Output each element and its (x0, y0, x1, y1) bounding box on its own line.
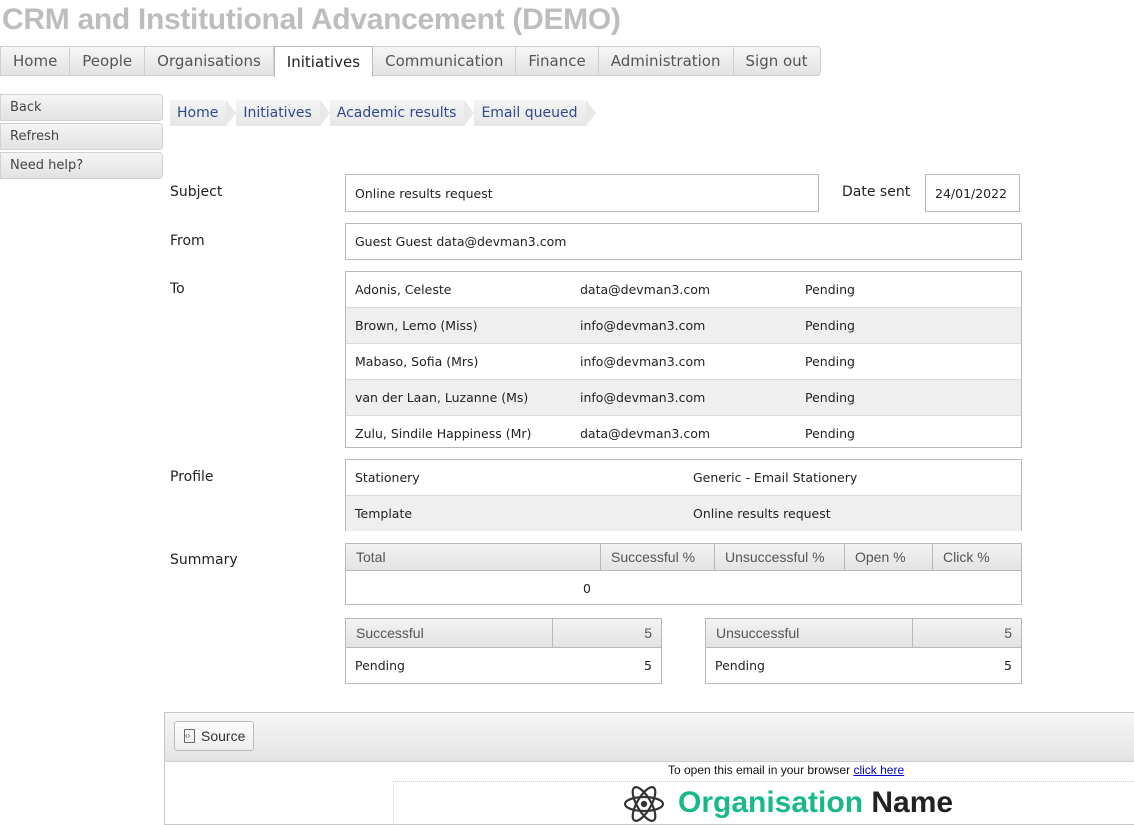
recipients-table: Adonis, Celeste data@devman3.com Pending… (345, 271, 1022, 448)
unsuccessful-row-label: Pending (715, 657, 765, 673)
breadcrumb-label: Home (177, 105, 219, 121)
breadcrumb-label: Academic results (336, 105, 457, 121)
recipient-name: Zulu, Sindile Happiness (Mr) (355, 426, 532, 441)
successful-count: 5 (644, 625, 652, 641)
to-label: To (170, 281, 185, 297)
from-field[interactable]: Guest Guest data@devman3.com (345, 223, 1022, 260)
table-row: Adonis, Celeste data@devman3.com Pending (346, 272, 1021, 308)
successful-title: Successful (346, 619, 553, 647)
table-row: Template Online results request (346, 496, 1021, 531)
recipient-email: data@devman3.com (580, 282, 711, 297)
recipient-name: Mabaso, Sofia (Mrs) (355, 354, 479, 369)
browser-text: To open this email in your browser (668, 763, 851, 777)
summary-header-unsuccessful: Unsuccessful % (715, 544, 845, 570)
unsuccessful-title: Unsuccessful (706, 619, 913, 647)
tab-communication[interactable]: Communication (373, 47, 517, 75)
tab-home[interactable]: Home (1, 47, 71, 75)
table-row: Stationery Generic - Email Stationery (346, 460, 1021, 496)
recipient-status: Pending (805, 354, 855, 369)
from-label: From (170, 233, 205, 249)
tab-people[interactable]: People (70, 47, 146, 75)
subject-field[interactable]: Online results request (345, 174, 819, 212)
summary-total-value: 0 (583, 580, 591, 596)
need-help-button[interactable]: Need help? (0, 152, 163, 179)
top-nav: Home People Organisations Initiatives Co… (0, 46, 821, 77)
successful-header: Successful 5 (346, 619, 661, 648)
recipient-email: info@devman3.com (580, 354, 706, 369)
summary-header-click: Click % (943, 549, 990, 565)
org-word-2: Name (871, 786, 954, 819)
table-row: Zulu, Sindile Happiness (Mr) data@devman… (346, 416, 1021, 451)
source-icon (184, 729, 195, 743)
source-label: Source (201, 728, 246, 744)
table-row: Brown, Lemo (Miss) info@devman3.com Pend… (346, 308, 1021, 344)
breadcrumb-email-queued[interactable]: Email queued (474, 100, 596, 126)
breadcrumb-label: Email queued (481, 105, 578, 121)
recipient-email: data@devman3.com (580, 426, 711, 441)
recipient-status: Pending (805, 426, 855, 441)
org-word-1: Organisation (678, 786, 864, 819)
recipient-status: Pending (805, 318, 855, 333)
profile-value: Online results request (693, 506, 831, 521)
breadcrumb: Home Initiatives Academic results Email … (170, 100, 596, 126)
subject-label: Subject (170, 184, 223, 200)
recipient-email: info@devman3.com (580, 318, 706, 333)
summary-label: Summary (170, 552, 238, 568)
breadcrumb-label: Initiatives (243, 105, 312, 121)
app-title: CRM and Institutional Advancement (DEMO) (2, 3, 621, 36)
source-button[interactable]: Source (174, 721, 254, 751)
recipient-name: Adonis, Celeste (355, 282, 452, 297)
successful-row-label: Pending (355, 657, 405, 673)
date-sent-field[interactable]: 24/01/2022 (925, 174, 1020, 212)
browser-open-line: To open this email in your browser click… (668, 763, 904, 777)
profile-key: Template (355, 506, 413, 521)
breadcrumb-initiatives[interactable]: Initiatives (236, 100, 331, 126)
profile-key: Stationery (355, 470, 420, 485)
successful-row: Pending 5 (346, 648, 661, 682)
back-button[interactable]: Back (0, 94, 163, 121)
profile-table: Stationery Generic - Email Stationery Te… (345, 459, 1022, 531)
profile-value: Generic - Email Stationery (693, 470, 858, 485)
recipient-name: Brown, Lemo (Miss) (355, 318, 478, 333)
breadcrumb-academic-results[interactable]: Academic results (329, 100, 475, 126)
unsuccessful-count: 5 (1004, 625, 1012, 641)
table-row: Mabaso, Sofia (Mrs) info@devman3.com Pen… (346, 344, 1021, 380)
editor-toolbar: Source (165, 713, 1134, 762)
breadcrumb-home[interactable]: Home (170, 100, 237, 126)
sidebar: Back Refresh Need help? (0, 94, 163, 181)
recipient-status: Pending (805, 390, 855, 405)
summary-values-row: 0 (346, 571, 1021, 605)
unsuccessful-header: Unsuccessful 5 (706, 619, 1021, 648)
summary-header-successful: Successful % (601, 544, 715, 570)
summary-table: Total Successful % Unsuccessful % Open %… (345, 543, 1022, 605)
summary-header-open: Open % (845, 544, 933, 570)
atom-logo-icon (623, 786, 665, 822)
summary-header-total: Total (346, 544, 601, 570)
unsuccessful-row: Pending 5 (706, 648, 1021, 682)
refresh-button[interactable]: Refresh (0, 123, 163, 150)
recipient-status: Pending (805, 282, 855, 297)
unsuccessful-box: Unsuccessful 5 Pending 5 (705, 618, 1022, 684)
tab-sign-out[interactable]: Sign out (734, 47, 820, 75)
table-row: van der Laan, Luzanne (Ms) info@devman3.… (346, 380, 1021, 416)
date-sent-label: Date sent (842, 184, 911, 200)
summary-header-row: Total Successful % Unsuccessful % Open %… (346, 544, 1021, 571)
profile-label: Profile (170, 469, 214, 485)
tab-organisations[interactable]: Organisations (145, 47, 274, 75)
organisation-name-logo: Organisation Name (678, 786, 953, 820)
recipient-name: van der Laan, Luzanne (Ms) (355, 390, 529, 405)
successful-row-value: 5 (644, 657, 652, 673)
tab-finance[interactable]: Finance (516, 47, 599, 75)
unsuccessful-row-value: 5 (1004, 657, 1012, 673)
successful-box: Successful 5 Pending 5 (345, 618, 662, 684)
tab-initiatives[interactable]: Initiatives (273, 46, 374, 77)
tab-administration[interactable]: Administration (599, 47, 734, 75)
recipient-email: info@devman3.com (580, 390, 706, 405)
click-here-link[interactable]: click here (853, 763, 904, 777)
